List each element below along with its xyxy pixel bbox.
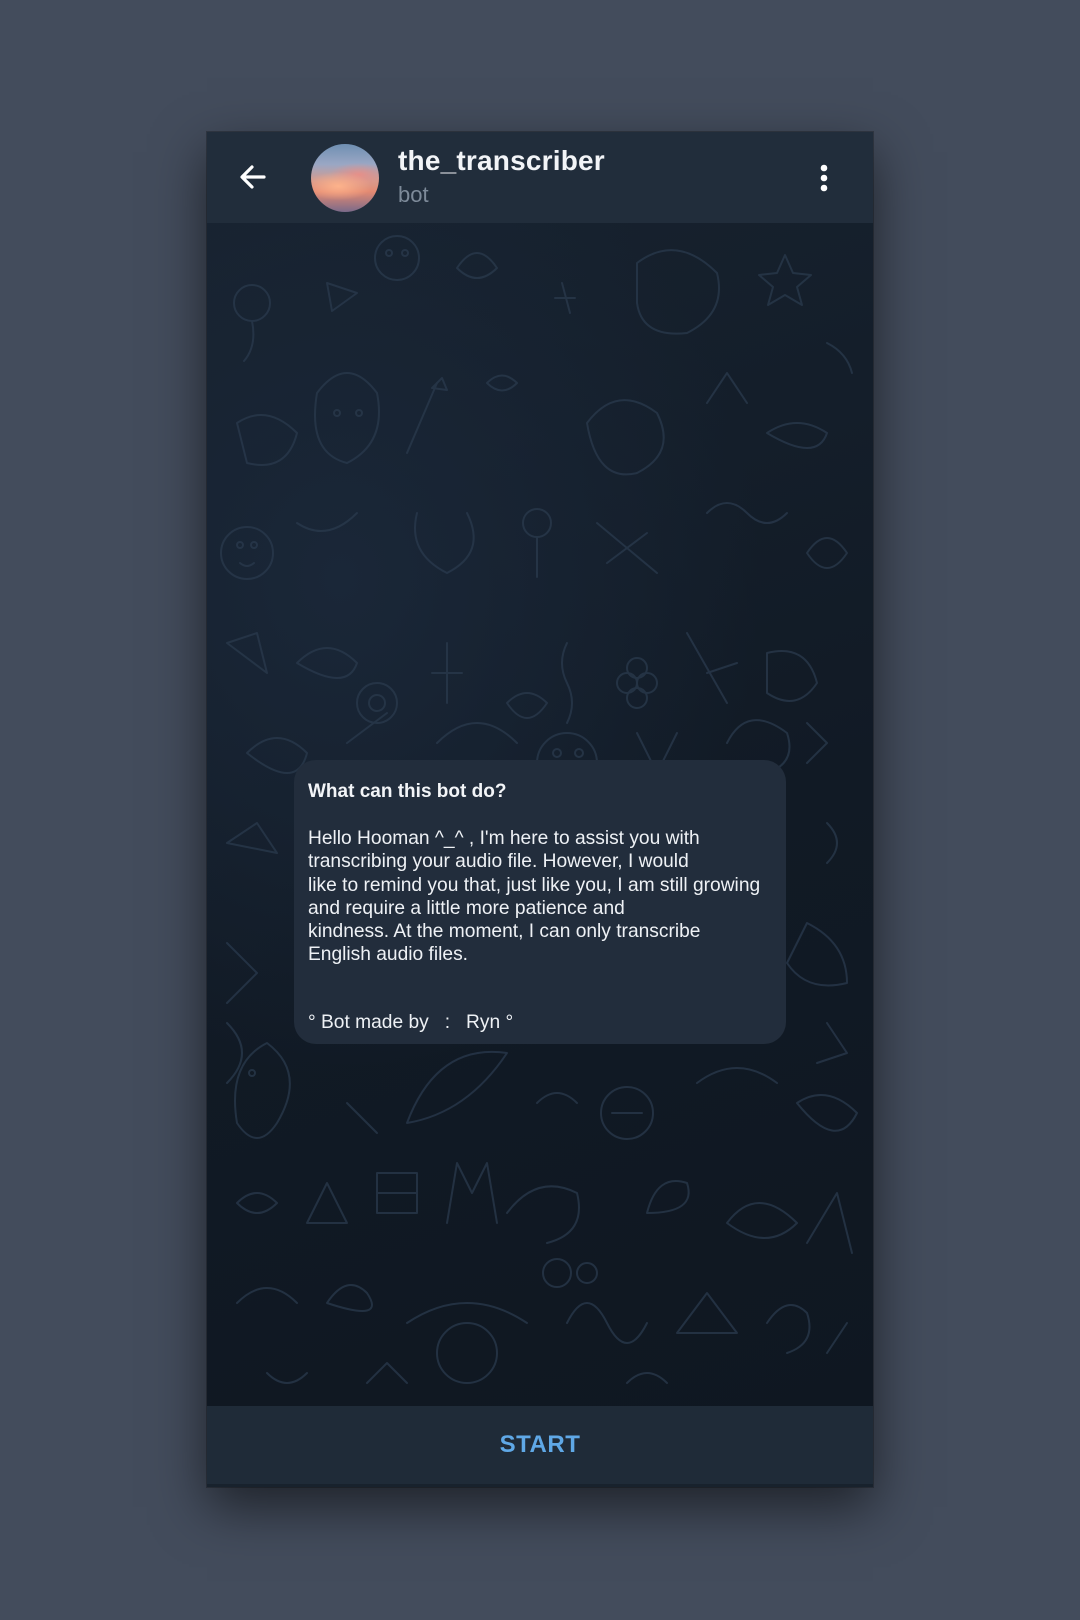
- bot-info-description: Hello Hooman ^_^ , I'm here to assist yo…: [308, 828, 761, 966]
- chat-background: What can this bot do? Hello Hooman ^_^ ,…: [207, 223, 873, 1406]
- bot-info-bubble: What can this bot do? Hello Hooman ^_^ ,…: [294, 760, 786, 1044]
- chat-title[interactable]: the_transcriber: [398, 145, 605, 177]
- chat-subtitle: bot: [398, 182, 429, 207]
- more-options-button[interactable]: [807, 154, 841, 202]
- arrow-left-icon: [240, 165, 266, 189]
- telegram-chat-window: the_transcriber bot What can this bot do…: [207, 132, 873, 1487]
- start-button-label: START: [499, 1431, 581, 1458]
- start-button[interactable]: START: [207, 1406, 873, 1487]
- chat-header: the_transcriber bot: [207, 132, 873, 223]
- bot-info-credit: ° Bot made by : Ryn °: [308, 1012, 514, 1033]
- bot-info-title: What can this bot do?: [308, 781, 507, 802]
- back-button[interactable]: [229, 153, 277, 201]
- more-vertical-icon: [820, 164, 828, 192]
- avatar[interactable]: [311, 144, 379, 212]
